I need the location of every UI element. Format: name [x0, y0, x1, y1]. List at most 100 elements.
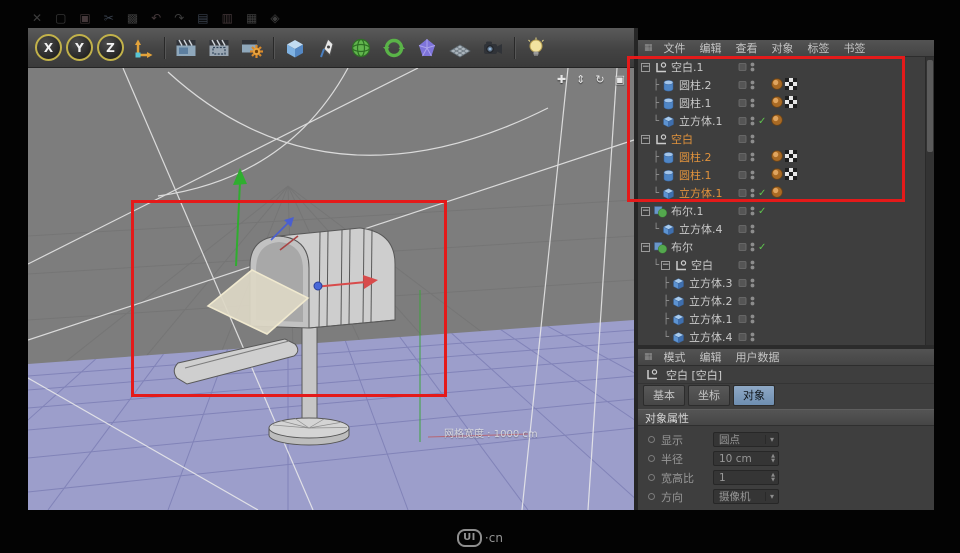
om-menu-item[interactable]: 书签 — [837, 40, 873, 56]
panel-menu-icon[interactable]: ▦ — [644, 43, 653, 53]
spinner-icon[interactable]: ▲ ▼ — [768, 454, 778, 463]
object-row[interactable]: − 空白 — [638, 130, 925, 148]
object-row[interactable]: − 布尔 ✓ — [638, 238, 925, 256]
visibility-dots-icon[interactable] — [738, 132, 758, 146]
new-scene-icon[interactable]: ▢ — [55, 12, 66, 24]
axis-y-button[interactable]: Y — [66, 34, 93, 61]
om-menu-item[interactable]: 文件 — [657, 40, 693, 56]
object-row[interactable]: ├ 圆柱.1 — [638, 166, 925, 184]
object-row[interactable]: └ 立方体.1 ✓ — [638, 184, 925, 202]
spline-pen-icon[interactable] — [313, 33, 343, 63]
tab-basic[interactable]: 基本 — [643, 384, 685, 406]
undo-icon[interactable]: ↶ — [151, 12, 161, 24]
am-menu-item[interactable]: 模式 — [657, 349, 693, 365]
object-row[interactable]: └ 立方体.1 ✓ — [638, 112, 925, 130]
axis-x-button[interactable]: X — [35, 34, 62, 61]
deformers-icon[interactable] — [412, 33, 442, 63]
object-row[interactable]: └ 立方体.4 — [638, 328, 925, 345]
expander-icon[interactable]: − — [641, 206, 650, 216]
redo-icon[interactable]: ↷ — [174, 12, 184, 24]
expander-icon[interactable]: − — [661, 260, 670, 270]
object-row[interactable]: ├ 圆柱.1 — [638, 94, 925, 112]
save-icon[interactable]: ▣ — [79, 12, 90, 24]
property-number-radius[interactable]: 10 cm ▲ ▼ — [713, 451, 779, 466]
object-row[interactable]: − 空白.1 — [638, 58, 925, 76]
tab-coord[interactable]: 坐标 — [688, 384, 730, 406]
om-menu-item[interactable]: 标签 — [801, 40, 837, 56]
texture-tag-icon[interactable] — [785, 95, 797, 111]
visibility-dots-icon[interactable] — [738, 258, 758, 272]
visibility-dots-icon[interactable] — [738, 78, 758, 92]
close-icon[interactable]: ✕ — [32, 12, 42, 24]
visibility-dots-icon[interactable] — [738, 222, 758, 236]
property-dropdown-orientation[interactable]: 摄像机 ▾ — [713, 489, 779, 504]
gem-icon[interactable]: ◈ — [270, 12, 279, 24]
tab-object[interactable]: 对象 — [733, 384, 775, 406]
pan-icon[interactable]: ✚ — [557, 73, 566, 86]
render-settings-icon[interactable] — [237, 33, 267, 63]
render-view-icon[interactable] — [171, 33, 201, 63]
object-row[interactable]: ├ 圆柱.2 — [638, 76, 925, 94]
object-row[interactable]: − 布尔.1 ✓ — [638, 202, 925, 220]
om-menu-item[interactable]: 对象 — [765, 40, 801, 56]
copy-icon[interactable]: ▩ — [127, 12, 138, 24]
om-scrollbar[interactable] — [925, 57, 934, 345]
layout-icon[interactable]: ▤ — [197, 12, 208, 24]
visibility-dots-icon[interactable] — [738, 60, 758, 74]
scroll-thumb[interactable] — [927, 60, 933, 152]
material-tag-icon[interactable] — [771, 95, 783, 111]
visibility-dots-icon[interactable] — [738, 276, 758, 290]
expander-icon[interactable]: − — [641, 62, 650, 72]
visibility-dots-icon[interactable] — [738, 168, 758, 182]
property-dropdown-display[interactable]: 圆点 ▾ — [713, 432, 779, 447]
visibility-dots-icon[interactable] — [738, 240, 758, 254]
visibility-dots-icon[interactable] — [738, 150, 758, 164]
material-tag-icon[interactable] — [771, 167, 783, 183]
visibility-dots-icon[interactable] — [738, 204, 758, 218]
visibility-dots-icon[interactable] — [738, 96, 758, 110]
texture-tag-icon[interactable] — [785, 167, 797, 183]
enabled-check-icon[interactable]: ✓ — [758, 242, 771, 253]
toggle-view-icon[interactable]: ▣ — [615, 73, 625, 86]
grid-icon[interactable]: ▦ — [246, 12, 257, 24]
panel-menu-icon[interactable]: ▦ — [644, 352, 653, 362]
cut-icon[interactable]: ✂ — [104, 12, 114, 24]
axis-z-button[interactable]: Z — [97, 34, 124, 61]
light-icon[interactable] — [521, 33, 551, 63]
spinner-icon[interactable]: ▲ ▼ — [768, 473, 778, 482]
object-row[interactable]: ├ 立方体.1 — [638, 310, 925, 328]
om-menu-item[interactable]: 查看 — [729, 40, 765, 56]
material-tag-icon[interactable] — [771, 77, 783, 93]
visibility-dots-icon[interactable] — [738, 330, 758, 344]
expander-icon[interactable]: − — [641, 242, 650, 252]
anim-dot-icon[interactable] — [648, 474, 655, 481]
material-tag-icon[interactable] — [771, 185, 783, 201]
material-tag-icon[interactable] — [771, 113, 783, 129]
subdivision-surface-icon[interactable] — [346, 33, 376, 63]
coordinate-system-icon[interactable] — [128, 33, 158, 63]
enabled-check-icon[interactable]: ✓ — [758, 206, 771, 217]
object-row[interactable]: └ 立方体.4 — [638, 220, 925, 238]
am-menu-item[interactable]: 编辑 — [693, 349, 729, 365]
object-row[interactable]: └ − 空白 — [638, 256, 925, 274]
generators-icon[interactable] — [379, 33, 409, 63]
anim-dot-icon[interactable] — [648, 455, 655, 462]
visibility-dots-icon[interactable] — [738, 294, 758, 308]
visibility-dots-icon[interactable] — [738, 114, 758, 128]
enabled-check-icon[interactable]: ✓ — [758, 116, 771, 127]
camera-icon[interactable] — [478, 33, 508, 63]
floor-icon[interactable] — [445, 33, 475, 63]
anim-dot-icon[interactable] — [648, 436, 655, 443]
om-menu-item[interactable]: 编辑 — [693, 40, 729, 56]
texture-tag-icon[interactable] — [785, 149, 797, 165]
viewport-3d[interactable]: ✚ ⇕ ↻ ▣ 网格宽度 : 1000 cm — [28, 68, 634, 510]
texture-tag-icon[interactable] — [785, 77, 797, 93]
orbit-icon[interactable]: ↻ — [595, 73, 604, 86]
visibility-dots-icon[interactable] — [738, 312, 758, 326]
object-row[interactable]: ├ 立方体.2 — [638, 292, 925, 310]
visibility-dots-icon[interactable] — [738, 186, 758, 200]
dolly-icon[interactable]: ⇕ — [576, 73, 585, 86]
property-number-aspect-ratio[interactable]: 1 ▲ ▼ — [713, 470, 779, 485]
enabled-check-icon[interactable]: ✓ — [758, 188, 771, 199]
expander-icon[interactable]: − — [641, 134, 650, 144]
